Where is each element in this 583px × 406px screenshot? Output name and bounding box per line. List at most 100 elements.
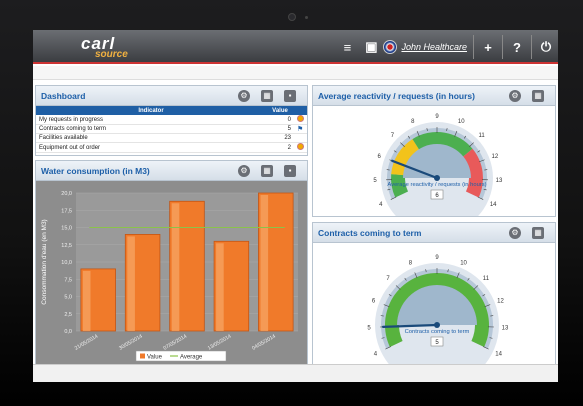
gauge-caption: Average reactivity / requests (in hours): [387, 182, 486, 188]
y-tick-label: 10,0: [61, 260, 72, 266]
gauge-tick-label: 6: [372, 299, 376, 305]
legend-average-label: Average: [180, 355, 203, 361]
divider: [502, 35, 503, 59]
contracts-header: Contracts coming to term ⚙ ▦: [313, 223, 555, 243]
gauge-tick-label: 13: [496, 178, 503, 184]
gauge-tick-label: 12: [492, 154, 499, 160]
row-label: Contracts coming to term: [36, 124, 266, 134]
grid-icon[interactable]: ▪: [284, 164, 296, 177]
y-tick-label: 2,5: [64, 312, 72, 318]
y-axis-label: Consommation d'eau (en M3): [41, 219, 48, 304]
settings-icon[interactable]: ⚙: [509, 226, 521, 239]
gauge-tick-label: 8: [409, 260, 413, 266]
table-row[interactable]: Facilities available 23: [36, 133, 307, 143]
table-row[interactable]: My requests in progress 0: [36, 115, 307, 125]
bar-highlight: [82, 270, 91, 331]
reactivity-gauge: 4 5 6 7 8 9 10 11 12 13 14 Average reactivity / req…: [373, 114, 503, 234]
settings-icon[interactable]: ⚙: [238, 164, 250, 177]
gauge-tick-label: 12: [497, 299, 504, 305]
y-tick-label: 15,0: [61, 226, 72, 232]
gauge-tick-label: 11: [483, 276, 490, 282]
sun-icon[interactable]: [297, 115, 304, 122]
col-value: Value: [266, 106, 294, 115]
row-value: 5: [266, 124, 294, 134]
settings-icon[interactable]: ⚙: [238, 89, 250, 102]
sensor-icon: [305, 16, 308, 19]
bar-highlight: [127, 236, 135, 331]
gauge-tick-label: 6: [377, 154, 381, 160]
gauge-tick-label: 14: [490, 202, 497, 208]
filter-icon[interactable]: ▦: [532, 226, 544, 239]
water-title: Water consumption (in M3): [41, 165, 150, 176]
gauge-tick-label: 9: [435, 255, 439, 261]
gauge-tick-label: 10: [458, 119, 465, 125]
help-icon[interactable]: ?: [507, 37, 527, 57]
toolbar: ≡ ▣ John Healthcare + ? ⏻: [335, 30, 558, 64]
table-row[interactable]: Equipment out of order 2: [36, 142, 307, 153]
y-tick-label: 5,0: [64, 295, 72, 301]
add-icon[interactable]: +: [478, 37, 498, 57]
water-chart: 0,0 2,5 5,0 7,5 10,0 12,5 15,0 17,5 20,0 Consomma…: [36, 181, 307, 366]
filter-icon[interactable]: ▦: [532, 89, 544, 102]
y-tick-label: 17,5: [61, 208, 72, 214]
gauge-tick-label: 9: [435, 114, 439, 120]
sub-bar: [33, 66, 558, 80]
row-label: Equipment out of order: [36, 142, 266, 153]
gauge-hub: [434, 175, 440, 181]
col-indicator: Indicator: [36, 106, 266, 115]
gauge-tick-label: 7: [386, 276, 390, 282]
dashboard-header: Dashboard ⚙ ▦ ▪: [36, 86, 307, 106]
table-row[interactable]: Contracts coming to term 5 ⚑: [36, 124, 307, 134]
user-link[interactable]: John Healthcare: [401, 42, 467, 52]
contracts-panel: Contracts coming to term ⚙ ▦ 4 5 6 7 8 9 10 11 1…: [312, 222, 556, 382]
y-tick-label: 20,0: [61, 191, 72, 197]
reactivity-panel: Average reactivity / requests (in hours)…: [312, 85, 556, 234]
legend-value-swatch: [140, 353, 145, 359]
gauge-tick-label: 5: [373, 178, 377, 184]
dashboard-panel: Dashboard ⚙ ▦ ▪ Indicator Value My reque…: [35, 85, 308, 156]
row-label: My requests in progress: [36, 115, 266, 125]
uk-flag-icon[interactable]: [383, 40, 398, 54]
gauge-tick-label: 4: [379, 202, 383, 208]
gauge-tick-label: 5: [367, 325, 371, 331]
menu-icon[interactable]: ≡: [337, 37, 357, 57]
y-tick-label: 0,0: [64, 329, 72, 335]
settings-icon[interactable]: ⚙: [509, 89, 521, 102]
gauge-tick-label: 13: [502, 325, 509, 331]
sun-icon[interactable]: [297, 143, 304, 150]
bar-highlight: [171, 203, 180, 331]
gauge-hub: [434, 322, 440, 328]
grid-icon[interactable]: ▪: [284, 89, 296, 102]
top-bar: carl source ≡ ▣ John Healthcare + ? ⏻: [33, 30, 558, 64]
row-label: Facilities available: [36, 133, 266, 143]
camera-icon: [288, 13, 296, 21]
row-value: 2: [266, 142, 294, 153]
carl-source-logo[interactable]: carl source: [81, 34, 151, 60]
divider: [473, 35, 474, 59]
gauge-tick-label: 10: [460, 260, 467, 266]
reactivity-title: Average reactivity / requests (in hours): [318, 90, 475, 101]
filter-icon[interactable]: ▦: [261, 164, 273, 177]
contracts-title: Contracts coming to term: [318, 227, 422, 238]
gauge-tick-label: 14: [495, 352, 502, 358]
reactivity-header: Average reactivity / requests (in hours)…: [313, 86, 555, 106]
contracts-gauge: 4 5 6 7 8 9 10 11 12 13 14 Contracts coming to term…: [367, 255, 509, 382]
legend-value-label: Value: [147, 355, 163, 361]
indicator-table: Indicator Value My requests in progress 0…: [36, 106, 307, 153]
col-action: [294, 106, 307, 115]
gauge-caption: Contracts coming to term: [405, 329, 470, 335]
power-icon[interactable]: ⏻: [536, 37, 556, 57]
gauge-tick-label: 4: [374, 352, 378, 358]
filter-icon[interactable]: ▦: [261, 89, 273, 102]
bottom-bar: [33, 364, 558, 382]
water-panel: Water consumption (in M3) ⚙ ▦ ▪ 0,0 2,5 5,…: [35, 160, 308, 367]
windows-icon[interactable]: ▣: [361, 37, 381, 57]
screen: carl source ≡ ▣ John Healthcare + ? ⏻ Da…: [33, 30, 558, 382]
y-tick-label: 12,5: [61, 243, 72, 249]
logo-subtext: source: [95, 49, 128, 60]
water-header: Water consumption (in M3) ⚙ ▦ ▪: [36, 161, 307, 181]
bar-highlight: [260, 195, 269, 331]
row-value: 23: [266, 133, 294, 143]
warning-icon[interactable]: ⚑: [297, 126, 303, 133]
dashboard-title: Dashboard: [41, 90, 86, 101]
